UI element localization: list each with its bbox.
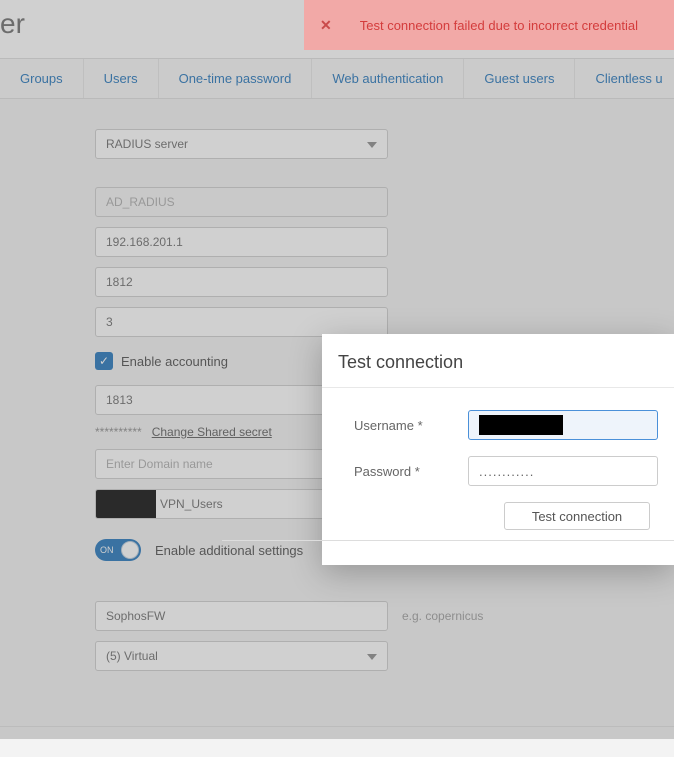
accounting-port-value: 1813 [106,393,133,407]
test-connection-modal: Test connection Username * Password * ..… [322,334,674,565]
domain-placeholder: Enter Domain name [106,457,213,471]
enable-accounting-checkbox[interactable]: ✓ [95,352,113,370]
auth-port-value: 1812 [106,275,133,289]
nas-port-type-value: (5) Virtual [106,649,158,663]
change-shared-secret-link[interactable]: Change Shared secret [152,425,272,439]
test-connection-button[interactable]: Test connection [504,502,650,530]
error-message: Test connection failed due to incorrect … [360,18,638,33]
checkmark-icon: ✓ [99,354,109,368]
toggle-knob [121,541,139,559]
tab-otp[interactable]: One-time password [159,59,313,98]
password-input[interactable]: ............ [468,456,658,486]
server-name-value: AD_RADIUS [106,195,175,209]
timeout-value: 3 [106,315,113,329]
tabs-bar: Groups Users One-time password Web authe… [0,58,674,99]
redacted-username [479,415,563,435]
additional-settings-toggle[interactable]: ON [95,539,141,561]
modal-divider [222,540,674,541]
error-banner: ✕ Test connection failed due to incorrec… [304,0,674,50]
modal-title: Test connection [322,334,674,388]
server-type-value: RADIUS server [106,137,188,151]
nas-port-type-select[interactable]: (5) Virtual [95,641,388,671]
server-ip-input[interactable]: 192.168.201.1 [95,227,388,257]
tab-clientless[interactable]: Clientless u [575,59,674,98]
tab-users[interactable]: Users [84,59,159,98]
password-label: Password * [354,464,468,479]
toggle-on-label: ON [95,545,114,555]
nas-identifier-input[interactable]: SophosFW [95,601,388,631]
server-name-input: AD_RADIUS [95,187,388,217]
shared-secret-mask: ********** [95,425,142,439]
close-icon[interactable]: ✕ [320,17,332,34]
enable-accounting-label: Enable accounting [121,354,228,369]
nas-id-value: SophosFW [106,609,165,623]
tab-guest[interactable]: Guest users [464,59,575,98]
username-input[interactable] [468,410,658,440]
tab-webauth[interactable]: Web authentication [312,59,464,98]
username-label: Username * [354,418,468,433]
auth-port-input[interactable]: 1812 [95,267,388,297]
timeout-input[interactable]: 3 [95,307,388,337]
section-divider [0,726,674,727]
tab-groups[interactable]: Groups [0,59,84,98]
nas-hint: e.g. copernicus [402,609,483,623]
server-type-select[interactable]: RADIUS server [95,129,388,159]
server-ip-value: 192.168.201.1 [106,235,183,249]
group-suffix: VPN_Users [156,497,223,511]
password-value: ............ [479,464,534,479]
additional-settings-label: Enable additional settings [155,543,303,558]
redacted-prefix [96,490,156,518]
